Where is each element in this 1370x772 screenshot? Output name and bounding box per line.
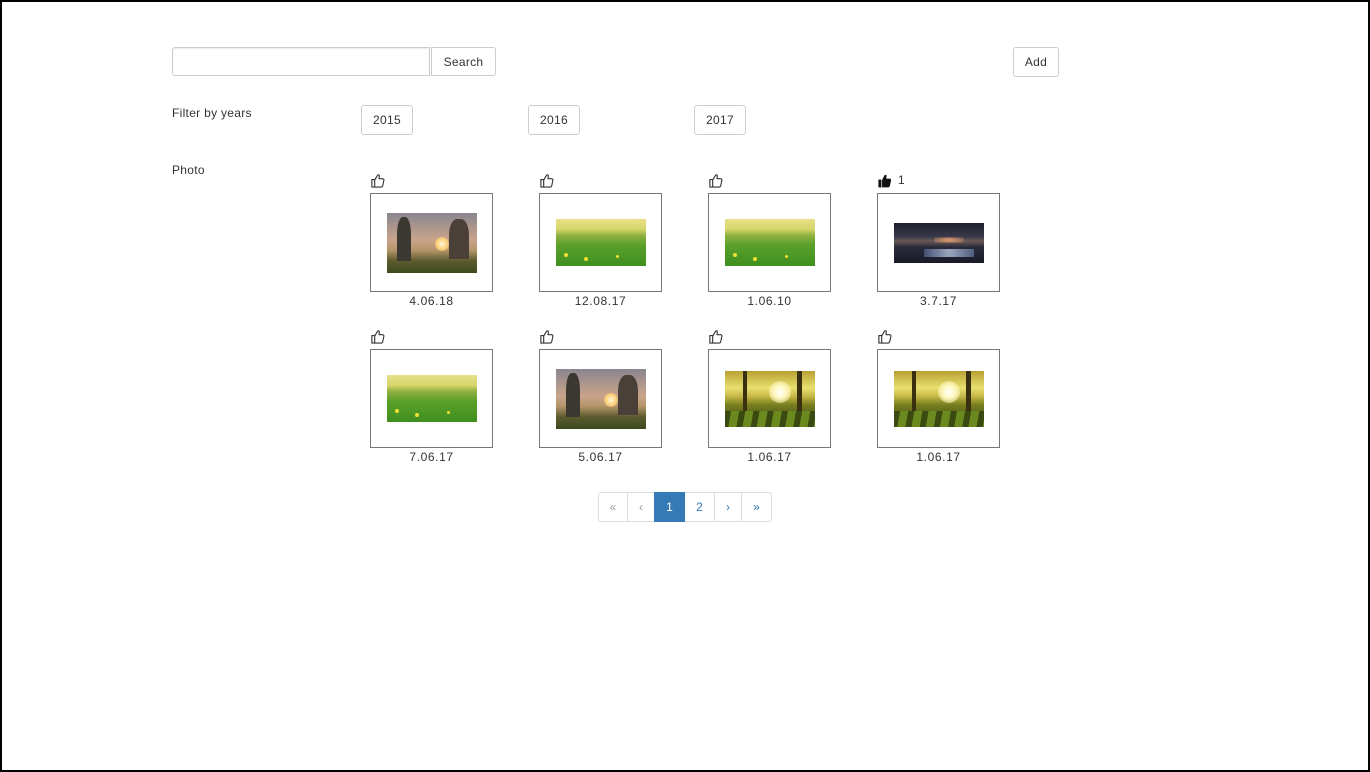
thumbs-up-icon [370, 329, 385, 344]
photo-card[interactable] [708, 193, 831, 292]
like-button[interactable] [370, 172, 391, 188]
thumbs-up-icon [708, 329, 723, 344]
photo-thumbnail [724, 219, 815, 266]
pagination-first-button[interactable]: « [598, 492, 628, 522]
like-button[interactable] [539, 172, 560, 188]
pagination-prev-button[interactable]: ‹ [627, 492, 655, 522]
photo-date: 7.06.17 [409, 450, 454, 464]
pagination: « ‹ 1 2 › » [598, 492, 772, 522]
thumbs-up-icon [877, 329, 892, 344]
like-button[interactable] [877, 328, 898, 344]
photo-thumbnail [386, 375, 477, 422]
photo-date: 1.06.10 [747, 294, 792, 308]
photo-thumbnail [555, 219, 646, 266]
like-count: 1 [898, 173, 905, 187]
year-filter-2015-button[interactable]: 2015 [361, 105, 413, 135]
like-button[interactable] [539, 328, 560, 344]
photo-card[interactable] [539, 349, 662, 448]
photo-date: 3.7.17 [920, 294, 957, 308]
like-button[interactable] [370, 328, 391, 344]
like-button[interactable]: 1 [877, 172, 905, 188]
photo-thumbnail [893, 370, 984, 427]
photo-thumbnail [724, 370, 815, 427]
pagination-next-button[interactable]: › [714, 492, 742, 522]
thumbs-up-icon [539, 173, 554, 188]
filter-by-years-label: Filter by years [172, 106, 252, 120]
add-button[interactable]: Add [1013, 47, 1059, 77]
photo-date: 5.06.17 [578, 450, 623, 464]
photo-label: Photo [172, 163, 205, 177]
photo-card[interactable] [539, 193, 662, 292]
photo-date: 12.08.17 [574, 294, 627, 308]
pagination-last-button[interactable]: » [741, 492, 772, 522]
thumbs-up-icon [539, 329, 554, 344]
photo-card[interactable] [370, 349, 493, 448]
year-filter-2017-button[interactable]: 2017 [694, 105, 746, 135]
photo-card[interactable] [877, 349, 1000, 448]
photo-date: 1.06.17 [916, 450, 961, 464]
search-input[interactable] [172, 47, 430, 76]
photo-date: 1.06.17 [747, 450, 792, 464]
photo-thumbnail [386, 212, 477, 273]
photo-thumbnail [555, 368, 646, 429]
photo-card[interactable] [877, 193, 1000, 292]
thumbs-up-icon [370, 173, 385, 188]
thumbs-up-icon [708, 173, 723, 188]
like-button[interactable] [708, 328, 729, 344]
like-button[interactable] [708, 172, 729, 188]
pagination-page-1[interactable]: 1 [654, 492, 685, 522]
photo-date: 4.06.18 [409, 294, 454, 308]
photo-card[interactable] [370, 193, 493, 292]
year-filter-2016-button[interactable]: 2016 [528, 105, 580, 135]
photo-thumbnail [893, 222, 984, 263]
search-button[interactable]: Search [431, 47, 496, 76]
thumbs-up-filled-icon [877, 173, 892, 188]
photo-card[interactable] [708, 349, 831, 448]
pagination-page-2[interactable]: 2 [684, 492, 715, 522]
